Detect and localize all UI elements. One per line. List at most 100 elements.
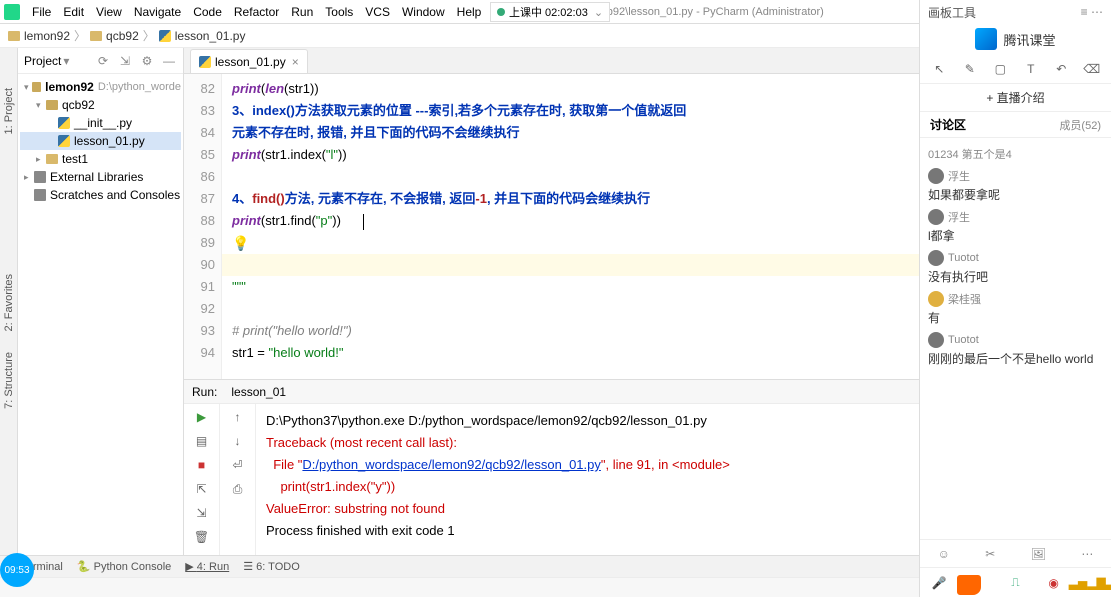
run-toolbar: ▶ ▤ ■ ⇱ ⇲ 🗑: [184, 404, 220, 555]
tree-scratches[interactable]: Scratches and Consoles: [20, 186, 181, 204]
up-icon[interactable]: ↑: [229, 408, 247, 426]
menu-help[interactable]: Help: [451, 3, 488, 21]
crumb-project[interactable]: lemon92: [24, 29, 70, 43]
side-tab-favorites[interactable]: 2: Favorites: [3, 274, 15, 331]
menu-edit[interactable]: Edit: [57, 3, 90, 21]
sogou-ime-icon[interactable]: [957, 575, 981, 595]
mic-icon[interactable]: 🎤: [929, 573, 949, 593]
emoji-icon[interactable]: ☺: [938, 547, 950, 561]
stop-icon[interactable]: ■: [193, 456, 211, 474]
avatar-icon: [928, 332, 944, 348]
waveform-icon: ▃▅▂▇▃: [1082, 573, 1102, 593]
image-icon[interactable]: 🖼: [1031, 547, 1046, 561]
undo-icon[interactable]: ↶: [1051, 59, 1071, 79]
menu-window[interactable]: Window: [396, 3, 451, 21]
side-tab-project[interactable]: 1: Project: [3, 88, 15, 134]
avatar-icon: [928, 291, 944, 307]
folder-icon: [8, 31, 20, 41]
print-icon[interactable]: ⎙: [229, 480, 247, 498]
system-message: 01234 第五个是4: [928, 146, 1103, 162]
chat-action-row: ☺ ✂ 🖼 ⋯: [920, 539, 1111, 567]
text-icon[interactable]: T: [1021, 59, 1041, 79]
run-settings-icon[interactable]: ▤: [193, 432, 211, 450]
chat-message: 浮生如果都要拿呢: [928, 168, 1103, 203]
pointer-icon[interactable]: ↖: [929, 59, 949, 79]
class-timer-banner: 上课中 02:02:03 ⌄: [490, 2, 610, 22]
trash-icon[interactable]: 🗑: [193, 528, 211, 546]
editor-tab-lesson[interactable]: lesson_01.py ×: [190, 49, 308, 73]
down-icon[interactable]: ↓: [229, 432, 247, 450]
run-title: Run:: [192, 385, 217, 399]
avatar-icon: [928, 168, 944, 184]
broadcast-panel: 画板工具≡ ⋯ 腾讯课堂 ↖ ✎ ▢ T ↶ ⌫ + 直播介绍 讨论区 成员(5…: [919, 0, 1111, 597]
record-icon[interactable]: ◉: [1044, 573, 1064, 593]
clear-icon[interactable]: ⌫: [1082, 59, 1102, 79]
menu-run[interactable]: Run: [285, 3, 319, 21]
run-config-name[interactable]: lesson_01: [231, 385, 286, 399]
menu-refactor[interactable]: Refactor: [228, 3, 285, 21]
export-icon[interactable]: ⇲: [193, 504, 211, 522]
menu-view[interactable]: View: [90, 3, 128, 21]
step-icon[interactable]: ⇱: [193, 480, 211, 498]
text-cursor: [363, 214, 364, 230]
line-gutter: 82838485868788899091929394: [184, 74, 222, 379]
sync-icon[interactable]: ⟳: [95, 53, 111, 69]
project-pane-title: Project: [24, 54, 61, 68]
intro-tab[interactable]: + 直播介绍: [920, 84, 1111, 112]
tencent-class-logo-icon: [975, 28, 997, 50]
wrap-icon[interactable]: ⏎: [229, 456, 247, 474]
avatar-icon: [928, 250, 944, 266]
project-tool-window: Project ▾ ⟳ ⇲ ⚙ — ▾lemon92D:\python_word…: [18, 48, 184, 555]
pen-icon[interactable]: ✎: [960, 59, 980, 79]
traceback-file-link[interactable]: D:/python_wordspace/lemon92/qcb92/lesson…: [302, 457, 600, 472]
tab-python-console[interactable]: 🐍 Python Console: [77, 560, 171, 573]
crumb-file[interactable]: lesson_01.py: [175, 29, 246, 43]
menu-tools[interactable]: Tools: [319, 3, 359, 21]
brand-label: 腾讯课堂: [1003, 30, 1055, 49]
avatar-icon: [928, 209, 944, 225]
live-dot-icon: [497, 8, 505, 16]
collapse-icon[interactable]: ⇲: [117, 53, 133, 69]
banner-dropdown-icon[interactable]: ⌄: [594, 6, 603, 19]
members-tab[interactable]: 成员(52): [1059, 117, 1101, 133]
equalizer-icon[interactable]: ⎍: [1005, 573, 1025, 593]
side-tab-structure[interactable]: 7: Structure: [3, 352, 15, 409]
chat-messages[interactable]: 01234 第五个是4 浮生如果都要拿呢 浮生l都拿 Tuotot没有执行吧 梁…: [920, 138, 1111, 539]
run-toolbar-2: ↑ ↓ ⏎ ⎙: [220, 404, 256, 555]
tab-todo[interactable]: ☰ 6: TODO: [243, 560, 300, 573]
tree-external-libs[interactable]: ▸External Libraries: [20, 168, 181, 186]
chat-message: Tuotot没有执行吧: [928, 250, 1103, 285]
drawing-toolbar: ↖ ✎ ▢ T ↶ ⌫: [920, 54, 1111, 84]
lightbulb-icon[interactable]: 💡: [232, 232, 249, 254]
menu-code[interactable]: Code: [187, 3, 228, 21]
board-tools-label: 画板工具: [928, 4, 976, 21]
menu-vcs[interactable]: VCS: [359, 3, 396, 21]
class-timer-label: 上课中 02:02:03: [509, 4, 588, 20]
pycharm-logo-icon: [4, 4, 20, 20]
project-tree[interactable]: ▾lemon92D:\python_worde ▾qcb92 __init__.…: [18, 74, 183, 555]
folder-icon: [90, 31, 102, 41]
tab-run[interactable]: ▶ 4: Run: [185, 560, 229, 573]
more-icon[interactable]: ⋯: [1081, 547, 1093, 561]
hide-icon[interactable]: —: [161, 53, 177, 69]
tree-root[interactable]: ▾lemon92D:\python_worde: [20, 78, 181, 96]
tree-file-init[interactable]: __init__.py: [20, 114, 181, 132]
menu-navigate[interactable]: Navigate: [128, 3, 187, 21]
broadcast-controls: 🎤 🔈 ⎍ ◉ ▃▅▂▇▃: [920, 567, 1111, 597]
discuss-tab[interactable]: 讨论区: [930, 116, 966, 133]
left-tool-strip: 1: Project 2: Favorites 7: Structure: [0, 48, 18, 555]
crumb-folder[interactable]: qcb92: [106, 29, 139, 43]
gear-icon[interactable]: ⚙: [139, 53, 155, 69]
tree-folder-test1[interactable]: ▸test1: [20, 150, 181, 168]
python-file-icon: [199, 56, 211, 68]
menu-file[interactable]: File: [26, 3, 57, 21]
chat-message: Tuotot刚刚的最后一个不是hello world: [928, 332, 1103, 367]
tree-folder-qcb[interactable]: ▾qcb92: [20, 96, 181, 114]
tree-file-lesson[interactable]: lesson_01.py: [20, 132, 181, 150]
rerun-icon[interactable]: ▶: [193, 408, 211, 426]
chat-message: 梁桂强有: [928, 291, 1103, 326]
library-icon: [34, 171, 46, 183]
scissors-icon[interactable]: ✂: [985, 547, 995, 561]
rect-icon[interactable]: ▢: [990, 59, 1010, 79]
close-tab-icon[interactable]: ×: [292, 55, 299, 69]
